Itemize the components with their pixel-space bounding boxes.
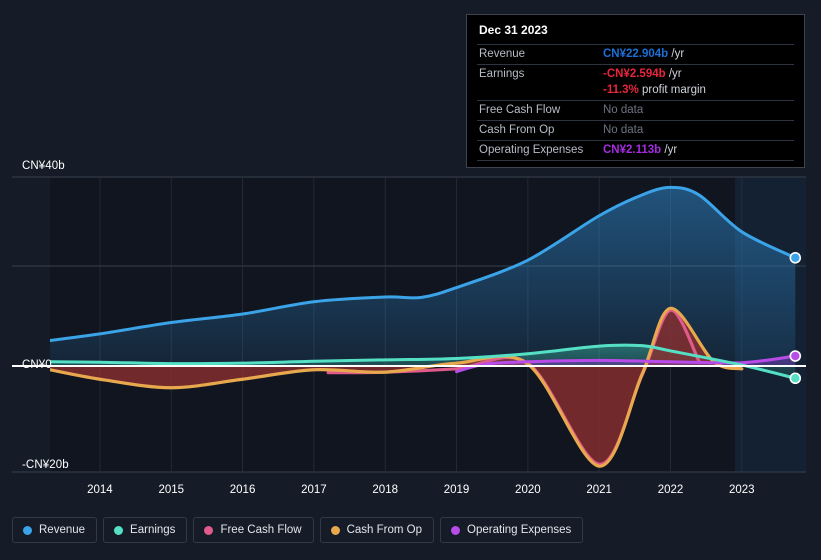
tooltip-row: Earnings -CN¥2.594b /yr <box>477 64 794 84</box>
legend-color-dot <box>204 525 214 535</box>
x-axis-label: 2016 <box>229 484 256 496</box>
legend-label: Revenue <box>39 524 86 536</box>
legend-item-operating-expenses[interactable]: Operating Expenses <box>440 517 584 543</box>
x-axis-label: 2019 <box>443 484 470 496</box>
tooltip-row-value: CN¥2.113b /yr <box>601 140 794 161</box>
chart-legend[interactable]: Revenue Earnings Free Cash Flow Cash From O… <box>12 517 584 543</box>
tooltip-table: Revenue CN¥22.904b /yr Earnings -CN¥2.594b … <box>477 44 794 161</box>
tooltip-row-value: No data <box>601 100 794 121</box>
x-axis-label: 2023 <box>729 484 755 496</box>
y-axis-label: CN¥0 <box>22 359 52 371</box>
endpoint-marker <box>789 350 802 362</box>
legend-color-dot <box>330 525 340 535</box>
tooltip-row: -11.3% profit margin <box>477 84 794 101</box>
legend-item-cash-from-op[interactable]: Cash From Op <box>319 517 435 543</box>
legend-item-earnings[interactable]: Earnings <box>103 517 188 543</box>
chart-tooltip: Dec 31 2023 Revenue CN¥22.904b /yr Earning… <box>466 14 805 168</box>
tooltip-row-value: -CN¥2.594b /yr <box>601 64 794 84</box>
tooltip-row: Free Cash Flow No data <box>477 100 794 121</box>
tooltip-row-value: No data <box>601 120 794 141</box>
tooltip-row-label: Cash From Op <box>477 120 601 141</box>
x-axis-label: 2021 <box>586 484 612 496</box>
tooltip-row: Revenue CN¥22.904b /yr <box>477 44 794 65</box>
legend-color-dot <box>114 525 124 535</box>
legend-color-dot <box>451 525 461 535</box>
tooltip-row-label: Operating Expenses <box>477 140 601 161</box>
legend-label: Earnings <box>130 524 176 536</box>
legend-label: Cash From Op <box>346 524 423 536</box>
legend-label: Operating Expenses <box>467 524 572 536</box>
y-axis-label: -CN¥20b <box>22 459 69 471</box>
legend-item-revenue[interactable]: Revenue <box>12 517 98 543</box>
tooltip-row-value: -11.3% profit margin <box>603 84 706 96</box>
tooltip-row-label: Revenue <box>477 44 601 65</box>
x-axis-label: 2022 <box>657 484 684 496</box>
endpoint-marker <box>789 372 802 385</box>
legend-label: Free Cash Flow <box>220 524 302 536</box>
tooltip-row-value: CN¥22.904b /yr <box>601 44 794 65</box>
endpoint-marker <box>789 251 802 264</box>
x-axis-label: 2020 <box>515 484 541 496</box>
tooltip-row: Operating Expenses CN¥2.113b /yr <box>477 140 794 161</box>
tooltip-row: Cash From Op No data <box>477 120 794 141</box>
y-axis-label: CN¥40b <box>22 160 65 172</box>
tooltip-row-label: Earnings <box>477 64 601 84</box>
tooltip-row-label <box>477 84 601 101</box>
x-axis-label: 2014 <box>87 484 113 496</box>
tooltip-date: Dec 31 2023 <box>479 23 548 37</box>
tooltip-row-label: Free Cash Flow <box>477 100 601 121</box>
legend-color-dot <box>23 525 32 535</box>
x-axis-label: 2015 <box>158 484 185 496</box>
x-axis-label: 2017 <box>301 484 327 496</box>
legend-item-free-cash-flow[interactable]: Free Cash Flow <box>193 517 314 543</box>
x-axis-label: 2018 <box>372 484 398 496</box>
